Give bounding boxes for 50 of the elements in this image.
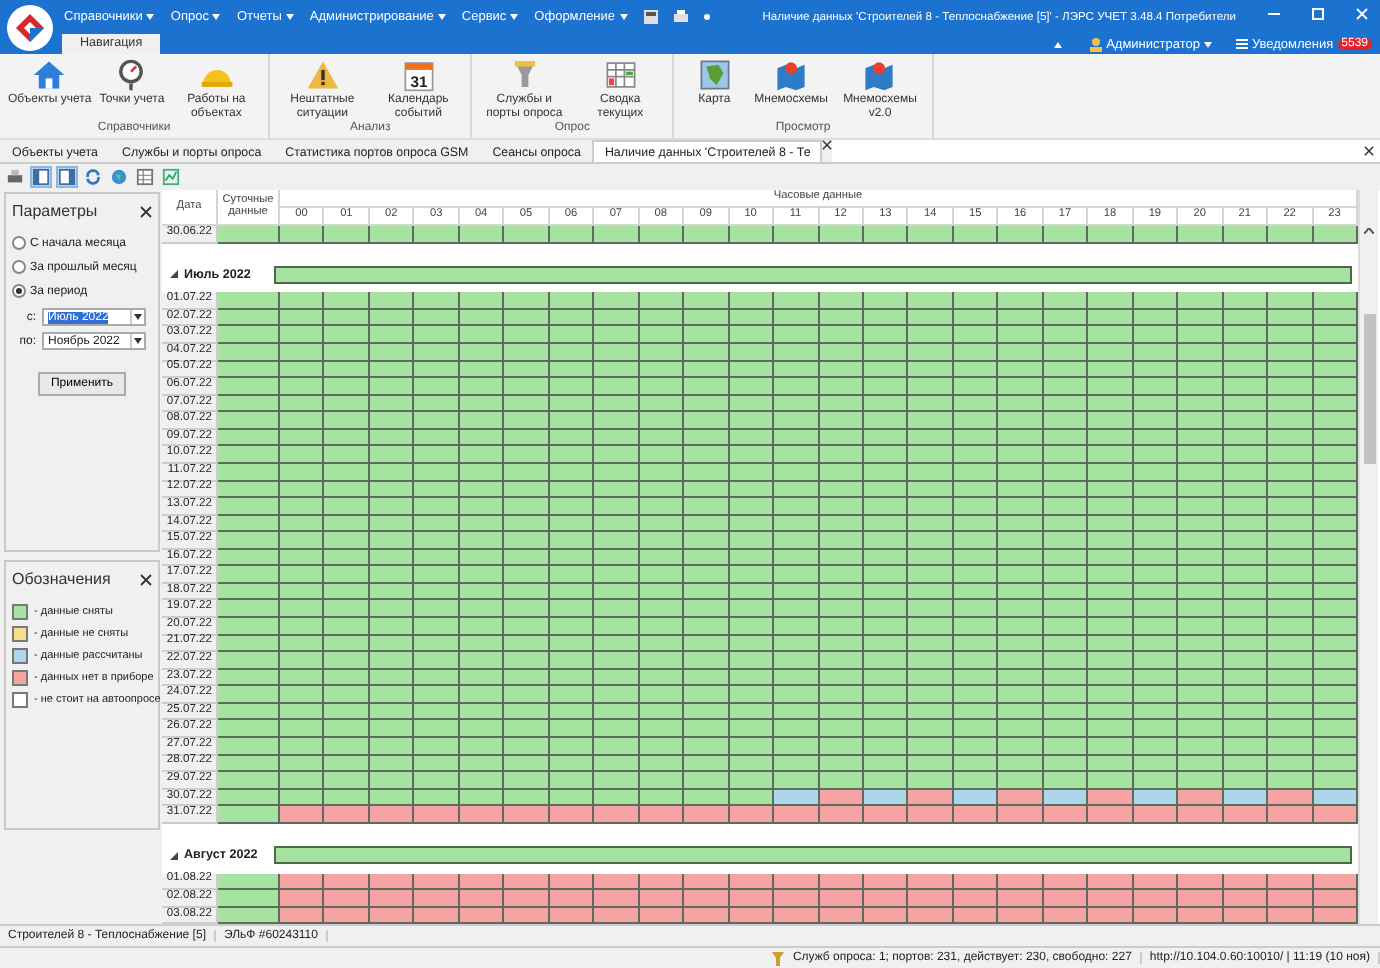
toolbar-button[interactable]: [108, 166, 130, 188]
maximize-icon[interactable]: [1312, 8, 1324, 20]
list-icon: [1235, 38, 1248, 50]
expander-icon[interactable]: [170, 270, 178, 279]
caret-icon: [619, 14, 628, 20]
panel-icon: [58, 168, 76, 186]
caret-icon: [510, 14, 519, 20]
expander-icon[interactable]: [170, 851, 178, 860]
radio-button[interactable]: [12, 236, 26, 250]
map-icon: [697, 58, 732, 92]
table-icon: [136, 168, 154, 186]
refresh-icon: [84, 168, 102, 186]
collapse-icon[interactable]: [1054, 41, 1063, 47]
globe-icon: [110, 168, 128, 186]
map-pin-icon: [862, 58, 897, 92]
chart-icon: [162, 168, 180, 186]
calendar-icon: 31: [401, 58, 436, 92]
caret-icon: [285, 14, 294, 20]
caret-icon: [146, 14, 155, 20]
toolbar-button[interactable]: [56, 166, 78, 188]
toolbar-button[interactable]: [82, 166, 104, 188]
user-icon: [1090, 37, 1103, 51]
scroll-thumb[interactable]: [1363, 314, 1375, 464]
close-icon[interactable]: [822, 140, 833, 150]
warning-icon: [305, 58, 340, 92]
radio-button[interactable]: [12, 284, 26, 298]
panel-title: Параметры: [12, 202, 98, 220]
scroll-up-icon[interactable]: [1364, 228, 1374, 234]
close-icon[interactable]: [140, 205, 152, 217]
save-icon[interactable]: [643, 10, 658, 24]
toolbar-button[interactable]: [160, 166, 182, 188]
toolbar-button[interactable]: [30, 166, 52, 188]
caret-icon: [134, 314, 142, 320]
radio-button[interactable]: [12, 260, 26, 274]
panel-title: Обозначения: [12, 570, 111, 588]
toolbar-button[interactable]: [4, 166, 26, 188]
map-pin-icon: [774, 58, 809, 92]
close-icon[interactable]: [1364, 146, 1374, 156]
caret-icon: [212, 14, 221, 20]
funnel-icon: [772, 951, 785, 965]
scrollbar[interactable]: [1358, 190, 1378, 924]
printer-icon: [6, 168, 24, 186]
toolbar-button[interactable]: [134, 166, 156, 188]
panel-icon: [32, 168, 50, 186]
caret-icon: [437, 14, 446, 20]
close-icon[interactable]: [140, 573, 152, 585]
minimize-icon[interactable]: [1268, 8, 1280, 20]
caret-icon: [134, 338, 142, 344]
caret-icon: [1203, 41, 1212, 47]
printer-icon[interactable]: [673, 10, 688, 24]
